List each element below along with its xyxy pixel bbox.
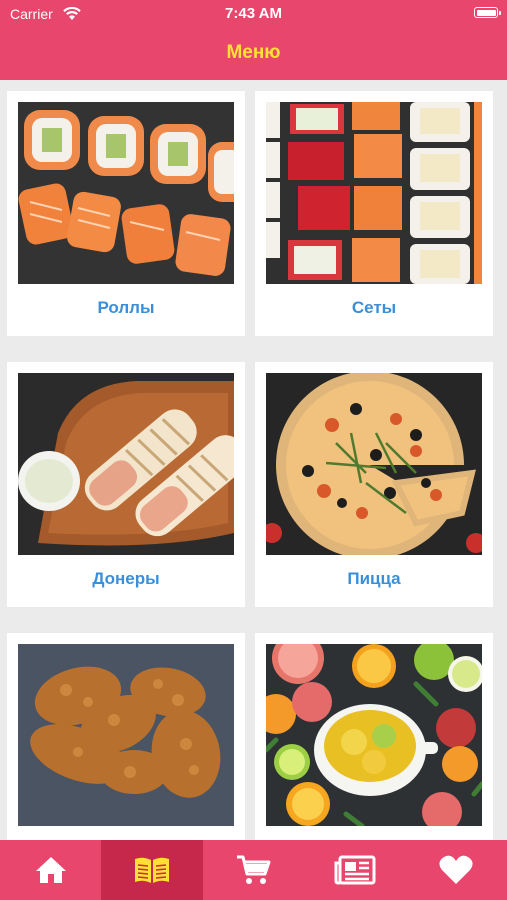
category-card-sets[interactable]: Сеты — [255, 91, 493, 336]
status-time: 7:43 AM — [225, 5, 282, 22]
sets-image — [266, 102, 482, 284]
category-grid: Роллы Сеты Донеры Пицца — [0, 80, 507, 840]
battery-icon — [474, 7, 501, 18]
category-card-doners[interactable]: Донеры — [7, 362, 245, 607]
page-title: Меню — [226, 42, 281, 63]
category-card-pizza[interactable]: Пицца — [255, 362, 493, 607]
menu-book-icon — [135, 857, 170, 883]
tea-image — [266, 644, 482, 826]
tab-menu[interactable] — [101, 840, 203, 900]
tab-cart[interactable] — [203, 840, 304, 900]
heart-icon — [439, 855, 473, 884]
status-bar: Carrier 7:43 AM — [0, 0, 507, 28]
doners-image — [18, 373, 234, 555]
category-label-pizza: Пицца — [347, 569, 401, 588]
category-card-rolls[interactable]: Роллы — [7, 91, 245, 336]
category-label-doners: Донеры — [92, 569, 160, 588]
tab-favorites[interactable] — [406, 840, 507, 900]
pizza-image — [266, 373, 482, 555]
home-icon — [35, 857, 66, 883]
chicken-image — [18, 644, 234, 826]
rolls-image — [18, 102, 234, 284]
category-card-chicken[interactable] — [7, 633, 245, 840]
category-label-rolls: Роллы — [97, 298, 155, 317]
tab-bar — [0, 840, 507, 900]
category-card-tea[interactable] — [255, 633, 493, 840]
navigation-bar: Меню — [0, 28, 507, 80]
cart-icon — [237, 855, 271, 884]
news-icon — [334, 855, 376, 885]
category-label-sets: Сеты — [351, 298, 397, 317]
tab-home[interactable] — [0, 840, 101, 900]
tab-news[interactable] — [304, 840, 405, 900]
